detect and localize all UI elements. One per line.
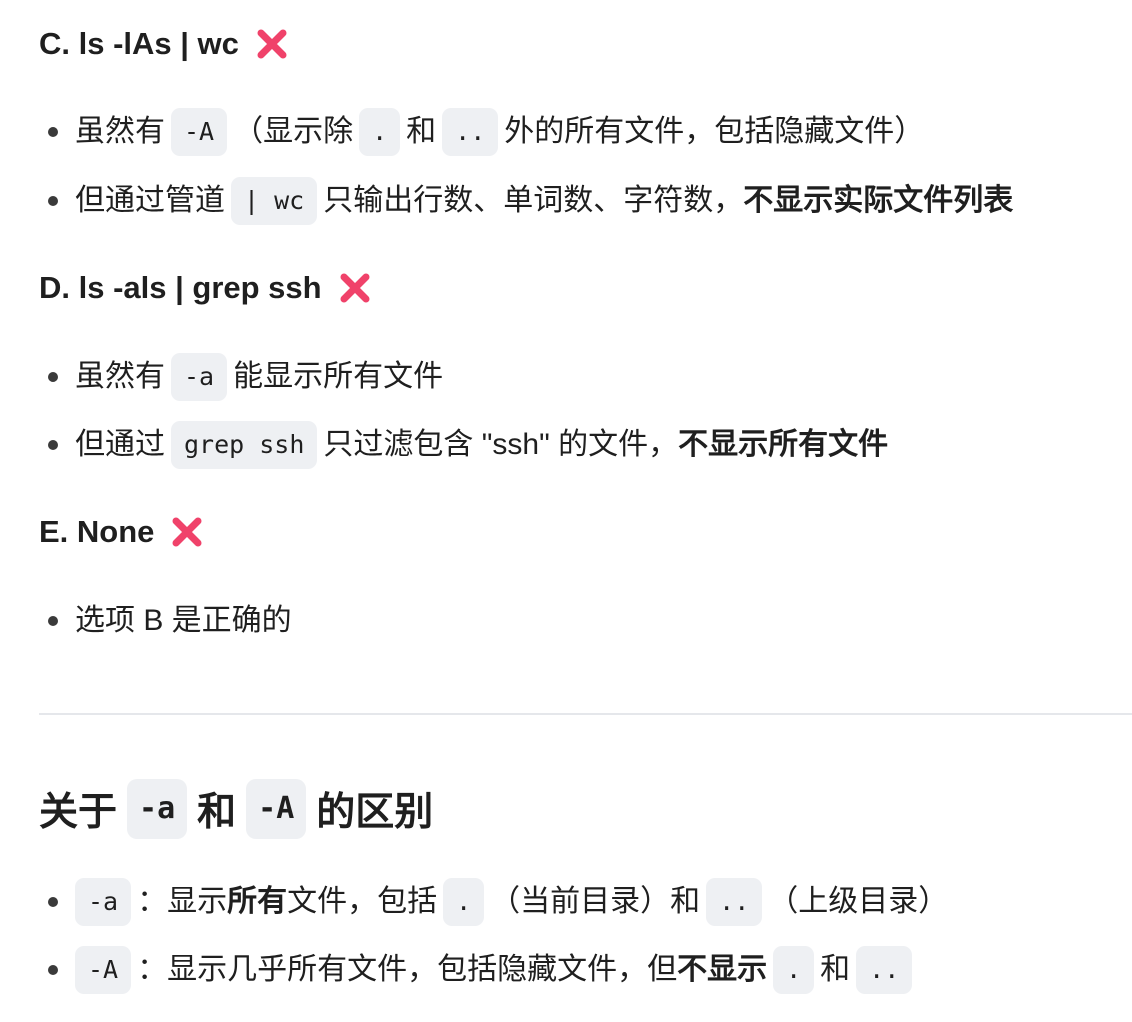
text: （当前目录）和: [490, 885, 701, 918]
option-e-heading: E. None: [39, 512, 204, 552]
option-d-bullets: 虽然有 -a 能显示所有文件: [39, 353, 444, 401]
list-item: 选项 B 是正确的: [39, 599, 292, 643]
option-c-section: C. ls -lAs | wc: [39, 24, 289, 64]
inline-code: .: [773, 946, 815, 994]
inline-code: grep ssh: [171, 421, 318, 469]
bullet-dot: [48, 965, 58, 975]
list-item: -A ：显示几乎所有文件，包括隐藏文件，但 不显示 . 和 ..: [39, 946, 918, 994]
inline-code: | wc: [231, 177, 318, 225]
inline-code: ..: [856, 946, 913, 994]
text: 选项 B 是正确的: [75, 604, 292, 637]
text: 只过滤包含 "ssh" 的文件，: [323, 428, 679, 461]
option-c-bullets-2: 但通过管道 | wc 只输出行数、单词数、字符数， 不显示实际文件列表: [39, 177, 1014, 225]
inline-code: -A: [75, 946, 132, 994]
cross-mark-icon: [170, 515, 204, 549]
cross-mark-icon: [255, 27, 289, 61]
option-d-heading: D. ls -als | grep ssh: [39, 268, 372, 308]
text: 和: [820, 953, 851, 986]
inline-code: ..: [442, 108, 499, 156]
bullet-dot: [48, 897, 58, 907]
option-e-title: E. None: [39, 514, 155, 549]
inline-code: -a: [127, 779, 188, 839]
text: 虽然有: [75, 115, 165, 148]
list-item: 虽然有 -a 能显示所有文件: [39, 353, 444, 401]
text: 和: [406, 115, 437, 148]
text: 但通过管道: [75, 184, 225, 217]
list-item: 虽然有 -A （显示除 . 和 .. 外的所有文件，包括隐藏文件）: [39, 108, 925, 156]
divider: [39, 713, 1132, 715]
option-c-bullets: 虽然有 -A （显示除 . 和 .. 外的所有文件，包括隐藏文件）: [39, 108, 925, 156]
diff-bullets: -a ：显示 所有 文件，包括 . （当前目录）和 .. （上级目录）: [39, 878, 949, 926]
text: 的区别: [316, 791, 434, 834]
list-item: -a ：显示 所有 文件，包括 . （当前目录）和 .. （上级目录）: [39, 878, 949, 926]
inline-code: .: [443, 878, 485, 926]
option-d-section: D. ls -als | grep ssh: [39, 268, 372, 308]
diff-heading: 关于 -a 和 -A 的区别: [39, 779, 433, 839]
inline-code: .: [359, 108, 401, 156]
text: 只输出行数、单词数、字符数，: [323, 184, 744, 217]
bold-text: 不显示所有文件: [678, 428, 889, 461]
cross-mark-icon: [338, 271, 372, 305]
text: （上级目录）: [768, 885, 949, 918]
list-item: 但通过 grep ssh 只过滤包含 "ssh" 的文件， 不显示所有文件: [39, 421, 889, 469]
inline-code: -a: [171, 353, 228, 401]
bold-text: 不显示: [677, 953, 768, 986]
text: 虽然有: [75, 360, 165, 393]
option-d-bullets-2: 但通过 grep ssh 只过滤包含 "ssh" 的文件， 不显示所有文件: [39, 421, 889, 469]
bullet-dot: [48, 372, 58, 382]
bullet-dot: [48, 127, 58, 137]
inline-code: -A: [171, 108, 228, 156]
text: 和: [197, 791, 237, 834]
bold-text: 所有: [227, 885, 288, 918]
text: 文件，包括: [287, 885, 438, 918]
text: ：显示几乎所有文件，包括隐藏文件，但: [137, 953, 678, 986]
list-item: 但通过管道 | wc 只输出行数、单词数、字符数， 不显示实际文件列表: [39, 177, 1014, 225]
text: ：显示: [137, 885, 228, 918]
bold-text: 不显示实际文件列表: [743, 184, 1014, 217]
option-e-bullets: 选项 B 是正确的: [39, 599, 292, 643]
diff-bullets-2: -A ：显示几乎所有文件，包括隐藏文件，但 不显示 . 和 ..: [39, 946, 918, 994]
option-c-heading: C. ls -lAs | wc: [39, 24, 289, 64]
text: （显示除: [233, 115, 354, 148]
inline-code: -a: [75, 878, 132, 926]
text: 能显示所有文件: [233, 360, 444, 393]
text: 外的所有文件，包括隐藏文件）: [504, 115, 925, 148]
bullet-dot: [48, 616, 58, 626]
bullet-dot: [48, 196, 58, 206]
bullet-dot: [48, 440, 58, 450]
option-c-title: C. ls -lAs | wc: [39, 26, 239, 61]
answer-explanation: C. ls -lAs | wc 虽然有 -A （显示除 . 和 .. 外的所有文…: [0, 0, 1132, 1022]
inline-code: ..: [706, 878, 763, 926]
text: 关于: [39, 791, 118, 834]
option-e-section: E. None: [39, 512, 204, 552]
inline-code: -A: [246, 779, 307, 839]
text: 但通过: [75, 428, 165, 461]
option-d-title: D. ls -als | grep ssh: [39, 270, 322, 305]
